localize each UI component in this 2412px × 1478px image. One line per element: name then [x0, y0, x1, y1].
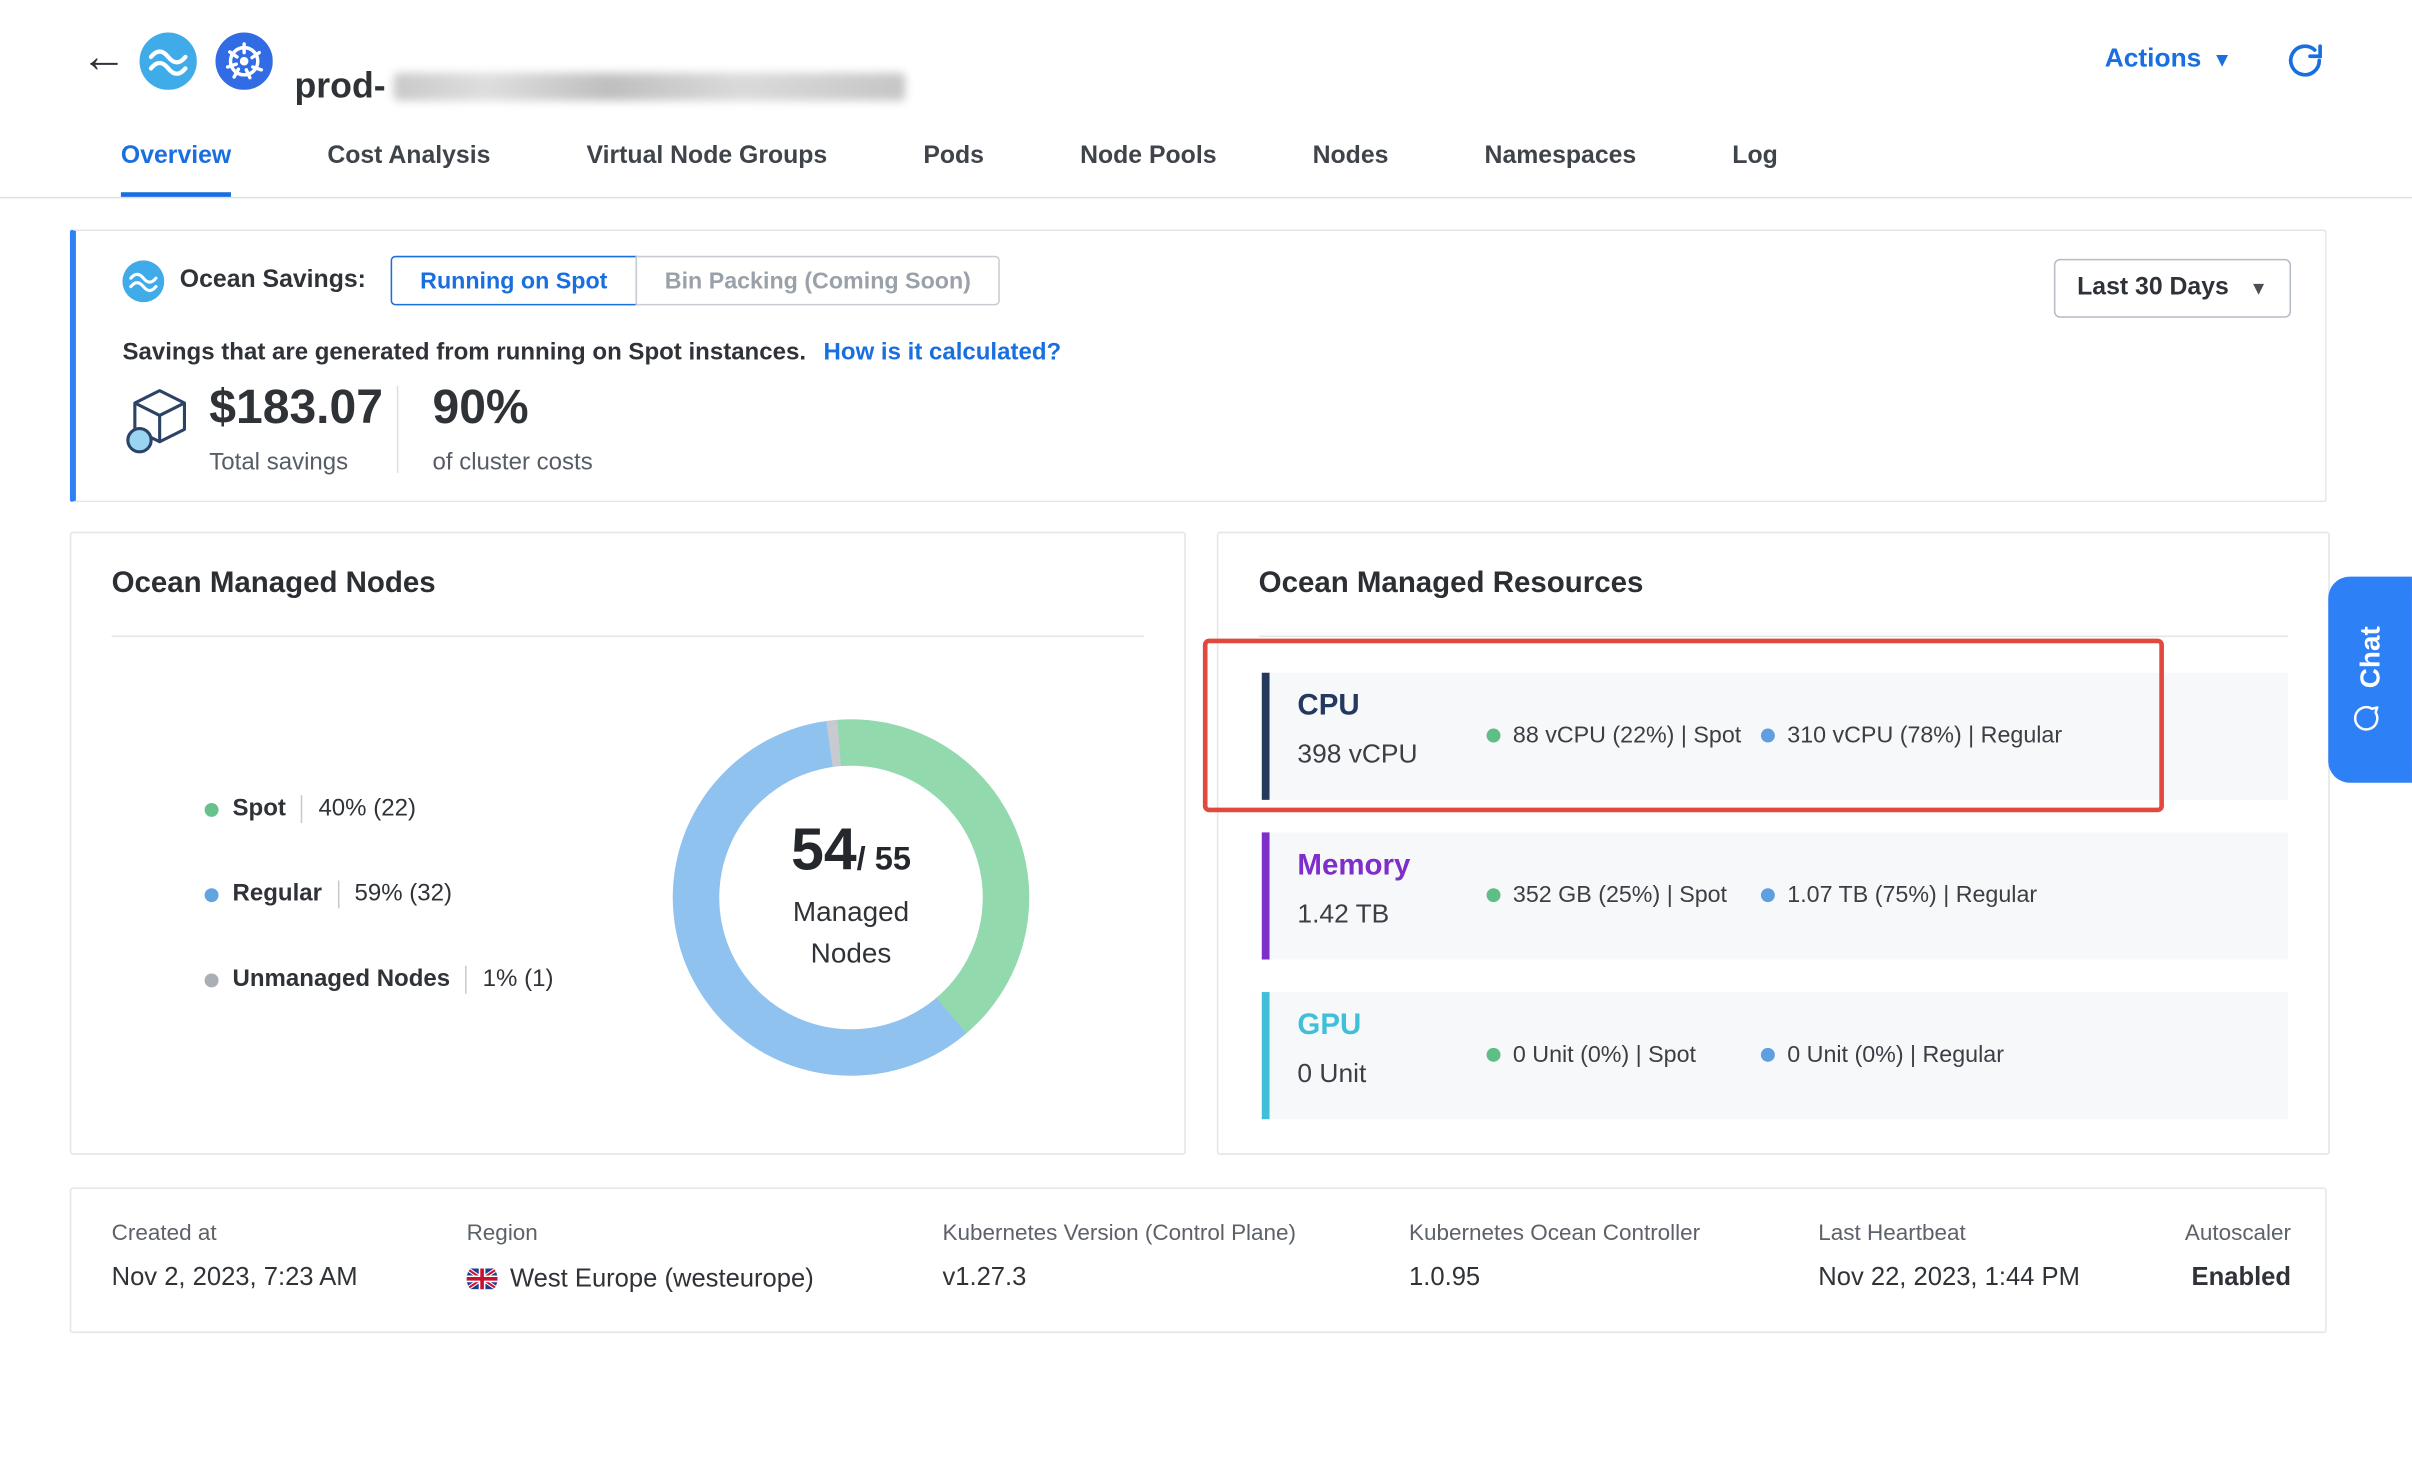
tab-virtual-node-groups[interactable]: Virtual Node Groups [587, 121, 828, 197]
info-kubernetes-version: Kubernetes Version (Control Plane) v1.27… [942, 1221, 1296, 1292]
divider [1259, 636, 2288, 638]
legend-value: 59% (32) [355, 880, 453, 908]
tab-cost-analysis[interactable]: Cost Analysis [327, 121, 490, 197]
spot-legend-dot-icon [205, 802, 219, 816]
resource-row-memory: Memory 1.42 TB 352 GB (25%) | Spot 1.07 … [1262, 832, 2288, 959]
info-ocean-controller: Kubernetes Ocean Controller 1.0.95 [1409, 1221, 1700, 1292]
info-autoscaler: Autoscaler Enabled [2185, 1221, 2291, 1292]
chat-label: Chat [2354, 626, 2387, 688]
cluster-cost-percent-label: of cluster costs [432, 450, 592, 478]
legend-item-unmanaged: Unmanaged Nodes 1% (1) [205, 961, 554, 998]
chat-button-content: Chat [2328, 577, 2412, 783]
resource-spot-metric: 0 Unit (0%) | Spot [1487, 1042, 1696, 1068]
refresh-icon[interactable] [2285, 40, 2325, 80]
regular-dot-icon [1761, 1048, 1775, 1062]
managed-nodes-center-label: Managed Nodes [793, 892, 909, 973]
tab-node-pools[interactable]: Node Pools [1080, 121, 1216, 197]
bin-packing-toggle[interactable]: Bin Packing (Coming Soon) [635, 256, 1000, 306]
resource-spot-metric: 88 vCPU (22%) | Spot [1487, 722, 1742, 748]
legend-value: 1% (1) [483, 966, 554, 994]
managed-nodes-legend: Spot 40% (22) Regular 59% (32) Unmanaged… [205, 791, 554, 1047]
unmanaged-legend-dot-icon [205, 973, 219, 987]
resource-regular-metric: 310 vCPU (78%) | Regular [1761, 722, 2062, 748]
divider [466, 966, 468, 994]
tab-pods[interactable]: Pods [923, 121, 984, 197]
period-dropdown[interactable]: Last 30 Days ▼ [2054, 259, 2291, 318]
regular-dot-icon [1761, 888, 1775, 902]
savings-divider [397, 386, 399, 473]
resource-name: GPU [1297, 1009, 1361, 1043]
cluster-info-bar: Created at Nov 2, 2023, 7:23 AM Region W… [70, 1187, 2327, 1333]
spot-ocean-logo-icon [140, 33, 197, 90]
regular-dot-icon [1761, 729, 1775, 743]
page-title: prod- [295, 66, 905, 108]
managed-nodes-title: Ocean Managed Nodes [112, 567, 436, 601]
resource-regular-metric: 0 Unit (0%) | Regular [1761, 1042, 2004, 1068]
chat-button[interactable]: Chat [2328, 577, 2412, 783]
spot-dot-icon [1487, 888, 1501, 902]
legend-item-spot: Spot 40% (22) [205, 791, 554, 828]
running-on-spot-toggle[interactable]: Running on Spot [391, 256, 637, 306]
divider [112, 636, 1144, 638]
managed-nodes-donut: 54/ 55 Managed Nodes [673, 719, 1030, 1076]
redacted-cluster-name [393, 73, 905, 101]
uk-flag-icon [467, 1263, 498, 1294]
chevron-down-icon: ▼ [2249, 277, 2267, 299]
resource-total: 0 Unit [1297, 1059, 1366, 1090]
ocean-waves-icon [122, 260, 164, 302]
resource-rows: CPU 398 vCPU 88 vCPU (22%) | Spot 310 vC… [1262, 673, 2288, 1152]
resource-total: 1.42 TB [1297, 899, 1389, 930]
tab-overview[interactable]: Overview [121, 121, 231, 197]
info-created-at: Created at Nov 2, 2023, 7:23 AM [112, 1221, 358, 1292]
kubernetes-logo-icon [215, 33, 272, 90]
tab-nodes[interactable]: Nodes [1313, 121, 1389, 197]
back-button[interactable]: ← [81, 34, 128, 81]
resource-regular-metric: 1.07 TB (75%) | Regular [1761, 882, 2037, 908]
ocean-managed-resources-card: Ocean Managed Resources CPU 398 vCPU 88 … [1217, 532, 2330, 1155]
actions-button[interactable]: Actions ▼ [2105, 43, 2232, 74]
resource-row-gpu: GPU 0 Unit 0 Unit (0%) | Spot 0 Unit (0%… [1262, 992, 2288, 1119]
period-dropdown-value: Last 30 Days [2077, 274, 2229, 302]
app-root: ← prod- Actions ▼ [0, 0, 2412, 1477]
tab-namespaces[interactable]: Namespaces [1485, 121, 1637, 197]
savings-cube-icon [122, 383, 196, 457]
donut-center: 54/ 55 Managed Nodes [719, 766, 983, 1030]
cluster-cost-percent-value: 90% [432, 380, 528, 436]
spot-dot-icon [1487, 1048, 1501, 1062]
chat-bubble-icon [2352, 704, 2389, 733]
managed-nodes-count: 54/ 55 [791, 822, 911, 881]
total-savings-label: Total savings [209, 450, 348, 478]
spot-dot-icon [1487, 729, 1501, 743]
resource-total: 398 vCPU [1297, 739, 1417, 770]
ocean-managed-nodes-card: Ocean Managed Nodes Spot 40% (22) Regula… [70, 532, 1186, 1155]
divider [337, 880, 339, 908]
regular-legend-dot-icon [205, 887, 219, 901]
tab-bar: Overview Cost Analysis Virtual Node Grou… [0, 121, 2412, 199]
ocean-savings-label: Ocean Savings: [180, 267, 366, 295]
info-last-heartbeat: Last Heartbeat Nov 22, 2023, 1:44 PM [1818, 1221, 2080, 1292]
cluster-name-prefix: prod- [295, 66, 386, 108]
tab-log[interactable]: Log [1732, 121, 1777, 197]
legend-item-regular: Regular 59% (32) [205, 876, 554, 913]
total-savings-value: $183.07 [209, 380, 383, 436]
resource-name: CPU [1297, 690, 1359, 724]
resource-spot-metric: 352 GB (25%) | Spot [1487, 882, 1727, 908]
resource-row-cpu: CPU 398 vCPU 88 vCPU (22%) | Spot 310 vC… [1262, 673, 2288, 800]
ocean-savings-header-row: Ocean Savings: Running on Spot Bin Packi… [122, 256, 1000, 306]
managed-resources-title: Ocean Managed Resources [1259, 567, 1644, 601]
legend-value: 40% (22) [318, 795, 416, 823]
ocean-savings-card: Ocean Savings: Running on Spot Bin Packi… [70, 229, 2327, 502]
info-region: Region West Europe (westeurope) [467, 1221, 814, 1294]
chevron-down-icon: ▼ [2212, 47, 2232, 70]
savings-description: Savings that are generated from running … [122, 339, 1061, 367]
divider [301, 795, 303, 823]
how-is-it-calculated-link[interactable]: How is it calculated? [824, 339, 1062, 365]
app-header: ← prod- Actions ▼ [0, 0, 2412, 121]
resource-name: Memory [1297, 849, 1410, 883]
